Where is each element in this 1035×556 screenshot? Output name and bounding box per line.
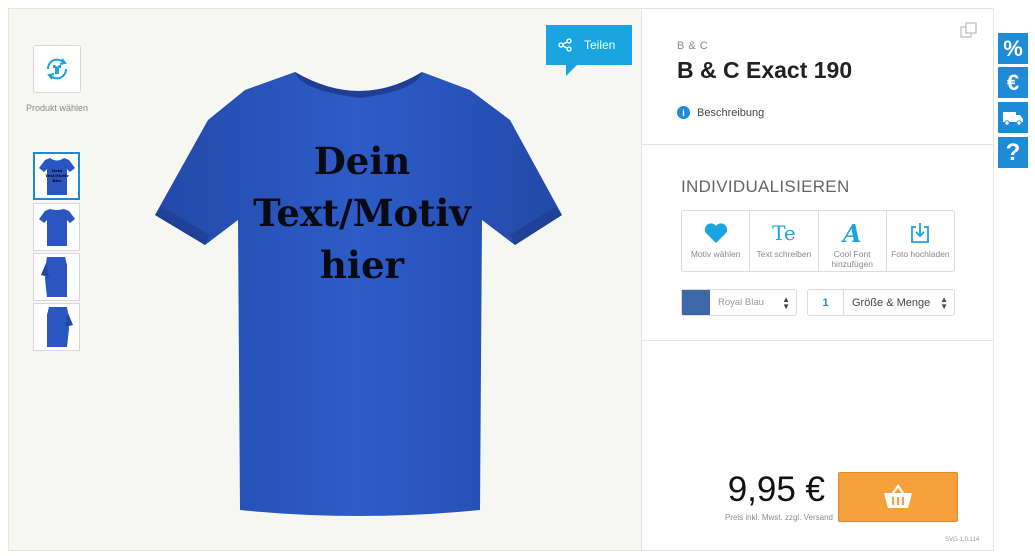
print-line-2: Text/Motiv — [253, 191, 471, 235]
share-icon — [558, 38, 572, 52]
percent-icon: % — [1003, 35, 1023, 61]
share-button[interactable]: Teilen — [546, 25, 632, 65]
tool-text[interactable]: Te Text schreiben — [750, 211, 819, 271]
product-panel — [641, 9, 993, 550]
price-note: Preis inkl. Mwst. zzgl. Versand — [724, 513, 833, 522]
print-line-3: hier — [320, 243, 404, 287]
divider — [642, 144, 993, 145]
version-label: SVG-1.0.114 — [945, 537, 980, 543]
add-to-cart-button[interactable] — [838, 472, 958, 522]
product-brand: B & C — [677, 40, 709, 52]
select-arrows-icon: ▲ ▼ — [940, 294, 948, 311]
euro-icon: € — [1006, 69, 1020, 95]
tool-cool-font[interactable]: A Cool Font hinzufügen — [819, 211, 887, 271]
view-thumbnail-right[interactable] — [33, 303, 80, 351]
upload-icon — [911, 223, 930, 243]
description-link[interactable]: i Beschreibung — [677, 106, 764, 119]
color-select-value: Royal Blau — [718, 297, 764, 308]
expand-icon[interactable] — [960, 22, 978, 43]
tool-text-label: Text schreiben — [756, 249, 812, 259]
tool-motiv[interactable]: Motiv wählen — [682, 211, 751, 271]
view-thumbnail-back[interactable] — [33, 203, 80, 251]
shirt-front-thumb: Dein Text/Motiv hier — [38, 158, 75, 195]
print-area-text[interactable]: Dein Text/Motiv hier — [222, 135, 502, 291]
quantity-value: 1 — [808, 290, 844, 315]
product-title: B & C Exact 190 — [677, 57, 853, 83]
truck-icon — [1003, 111, 1023, 126]
color-swatch — [682, 290, 710, 315]
print-line-1: Dein — [313, 139, 411, 183]
cool-font-icon: A — [842, 218, 862, 248]
description-label: Beschreibung — [697, 106, 765, 119]
view-thumbnail-front[interactable]: Dein Text/Motiv hier — [33, 152, 80, 200]
shirt-left-thumb — [40, 257, 67, 297]
side-tab-shipping[interactable] — [998, 102, 1028, 133]
tool-motiv-label: Motiv wählen — [690, 249, 741, 259]
heart-icon — [704, 223, 727, 243]
size-select-label: Größe & Menge — [852, 296, 931, 309]
product-select-button[interactable] — [33, 45, 81, 93]
tool-upload[interactable]: Foto hochladen — [887, 211, 954, 271]
text-icon: Te — [772, 221, 796, 245]
price-value: 9,95 € — [727, 470, 825, 509]
side-tab-euro[interactable]: € — [998, 67, 1028, 98]
product-swap-icon — [46, 58, 68, 80]
svg-text:hier: hier — [52, 178, 62, 183]
customize-title: INDIVIDUALISIEREN — [681, 177, 850, 196]
shirt-right-thumb — [46, 307, 73, 347]
product-select-label: Produkt wählen — [25, 103, 89, 113]
basket-icon — [884, 484, 912, 508]
tool-upload-label: Foto hochladen — [891, 249, 950, 259]
tool-cool-font-label: Cool Font hinzufügen — [831, 249, 873, 269]
share-label: Teilen — [584, 38, 616, 52]
view-thumbnail-left[interactable] — [33, 253, 80, 301]
customize-toolbar: Motiv wählen Te Text schreiben A Cool Fo… — [681, 210, 955, 272]
divider — [642, 340, 993, 341]
shirt-back-thumb — [38, 209, 75, 246]
side-tab-help[interactable]: ? — [998, 137, 1028, 168]
help-icon: ? — [1005, 138, 1021, 166]
side-tab-percent[interactable]: % — [998, 33, 1028, 64]
size-quantity-select[interactable]: 1 Größe & Menge ▲ ▼ — [807, 289, 955, 316]
color-select[interactable]: Royal Blau ▲ ▼ — [681, 289, 797, 316]
select-arrows-icon: ▲ ▼ — [782, 294, 790, 311]
info-icon: i — [677, 106, 690, 119]
